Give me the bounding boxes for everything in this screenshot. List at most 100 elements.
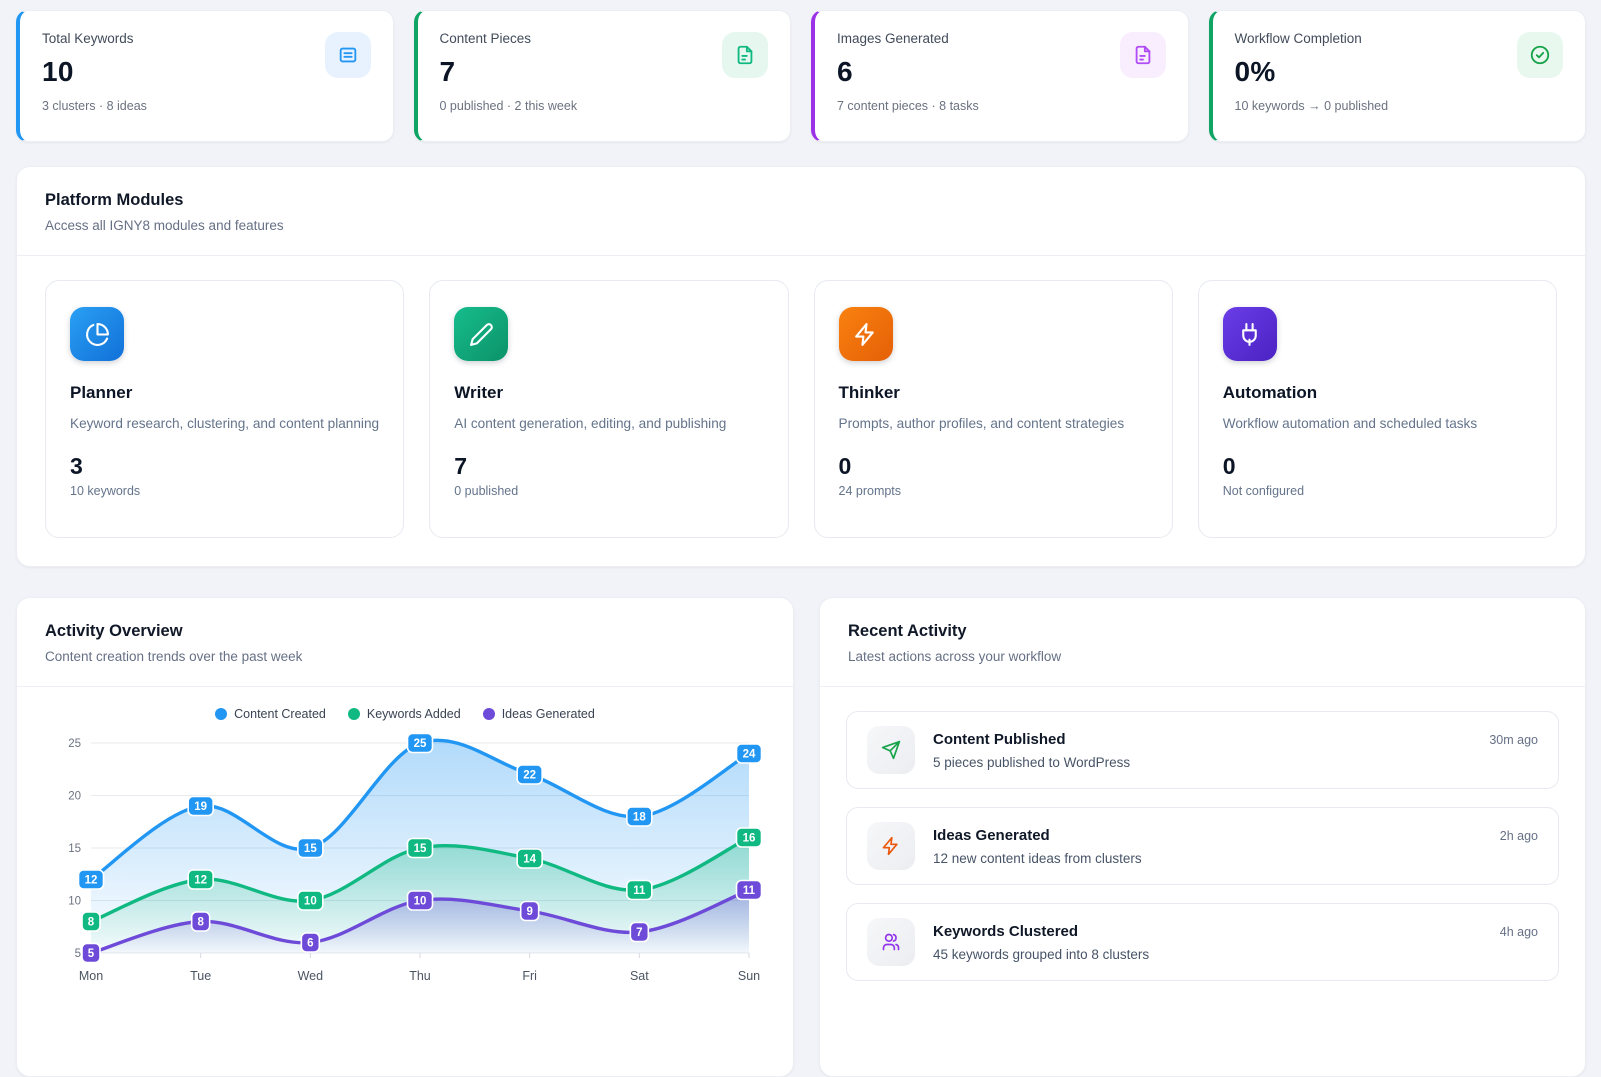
stat-card-content-pieces: Content Pieces 7 0 published · 2 this we…	[414, 10, 792, 142]
module-title: Writer	[454, 383, 763, 403]
legend-dot-icon	[348, 708, 360, 720]
svg-text:19: 19	[194, 801, 207, 813]
recent-item-title: Content Published	[933, 731, 1066, 748]
legend-label: Ideas Generated	[502, 707, 595, 721]
module-stat-label: 10 keywords	[70, 484, 379, 498]
file-text-icon	[1120, 32, 1166, 78]
module-description: Workflow automation and scheduled tasks	[1223, 413, 1532, 434]
module-card-automation[interactable]: Automation Workflow automation and sched…	[1198, 280, 1557, 538]
module-card-writer[interactable]: Writer AI content generation, editing, a…	[429, 280, 788, 538]
svg-text:5: 5	[88, 948, 95, 960]
pencil-icon	[454, 307, 508, 361]
panel-title: Recent Activity	[848, 622, 1557, 641]
users-icon	[867, 918, 915, 966]
recent-item-time: 4h ago	[1500, 925, 1538, 939]
module-stat-label: 24 prompts	[839, 484, 1148, 498]
svg-text:Tue: Tue	[190, 969, 211, 983]
recent-activity-list: Content Published 30m ago 5 pieces publi…	[820, 687, 1585, 1005]
module-stat-label: 0 published	[454, 484, 763, 498]
recent-item-keywords-clustered[interactable]: Keywords Clustered 4h ago 45 keywords gr…	[846, 903, 1559, 981]
plug-icon	[1223, 307, 1277, 361]
svg-text:Mon: Mon	[79, 969, 103, 983]
recent-item-body: Content Published 30m ago 5 pieces publi…	[933, 731, 1538, 770]
recent-item-body: Ideas Generated 2h ago 12 new content id…	[933, 827, 1538, 866]
modules-grid: Planner Keyword research, clustering, an…	[17, 256, 1585, 566]
stats-row: Total Keywords 10 3 clusters · 8 ideas C…	[16, 10, 1586, 142]
svg-text:15: 15	[414, 843, 427, 855]
svg-text:Fri: Fri	[522, 969, 537, 983]
send-icon	[867, 726, 915, 774]
chart-legend: Content Created Keywords Added Ideas Gener…	[43, 707, 767, 721]
svg-text:5: 5	[75, 948, 81, 960]
panel-header: Platform Modules Access all IGNY8 module…	[17, 167, 1585, 256]
legend-label: Keywords Added	[367, 707, 461, 721]
activity-line-chart[interactable]: 510152025MonTueWedThuFriSatSun1219152522…	[43, 725, 767, 989]
stat-title: Total Keywords	[42, 31, 371, 46]
svg-text:11: 11	[633, 885, 646, 897]
module-card-thinker[interactable]: Thinker Prompts, author profiles, and co…	[814, 280, 1173, 538]
svg-text:10: 10	[304, 896, 317, 908]
recent-item-body: Keywords Clustered 4h ago 45 keywords gr…	[933, 923, 1538, 962]
notes-icon	[325, 32, 371, 78]
stat-card-total-keywords: Total Keywords 10 3 clusters · 8 ideas	[16, 10, 394, 142]
stat-value: 7	[440, 56, 769, 88]
zap-icon	[867, 822, 915, 870]
panel-header: Recent Activity Latest actions across yo…	[820, 598, 1585, 687]
svg-text:16: 16	[743, 833, 756, 845]
panel-title: Activity Overview	[45, 622, 765, 641]
module-description: AI content generation, editing, and publ…	[454, 413, 763, 434]
stat-subtext: 3 clusters · 8 ideas	[42, 99, 371, 113]
module-stat-value: 0	[839, 453, 1148, 480]
legend-dot-icon	[483, 708, 495, 720]
legend-item[interactable]: Content Created	[215, 707, 326, 721]
recent-item-title: Keywords Clustered	[933, 923, 1078, 940]
svg-text:22: 22	[523, 770, 536, 782]
activity-overview-panel: Activity Overview Content creation trend…	[16, 597, 794, 1077]
platform-modules-panel: Platform Modules Access all IGNY8 module…	[16, 166, 1586, 567]
svg-text:Sun: Sun	[738, 969, 760, 983]
stat-subtext: 10 keywords → 0 published	[1235, 99, 1564, 113]
panel-subtitle: Content creation trends over the past we…	[45, 649, 765, 664]
module-stat-label: Not configured	[1223, 484, 1532, 498]
stat-card-images-generated: Images Generated 6 7 content pieces · 8 …	[811, 10, 1189, 142]
svg-text:Thu: Thu	[409, 969, 431, 983]
zap-icon	[839, 307, 893, 361]
recent-item-ideas-generated[interactable]: Ideas Generated 2h ago 12 new content id…	[846, 807, 1559, 885]
module-card-planner[interactable]: Planner Keyword research, clustering, an…	[45, 280, 404, 538]
svg-text:18: 18	[633, 812, 646, 824]
svg-text:6: 6	[307, 938, 313, 950]
svg-text:7: 7	[636, 927, 642, 939]
svg-text:12: 12	[85, 875, 98, 887]
recent-item-description: 45 keywords grouped into 8 clusters	[933, 947, 1538, 962]
dashboard-page: Total Keywords 10 3 clusters · 8 ideas C…	[0, 0, 1601, 1077]
recent-item-description: 5 pieces published to WordPress	[933, 755, 1538, 770]
svg-text:11: 11	[743, 885, 756, 897]
activity-chart-area: Content Created Keywords Added Ideas Gener…	[17, 707, 793, 989]
recent-item-content-published[interactable]: Content Published 30m ago 5 pieces publi…	[846, 711, 1559, 789]
recent-item-time: 30m ago	[1489, 733, 1538, 747]
recent-activity-panel: Recent Activity Latest actions across yo…	[819, 597, 1586, 1077]
recent-item-title: Ideas Generated	[933, 827, 1050, 844]
module-stat-value: 7	[454, 453, 763, 480]
svg-text:25: 25	[68, 738, 81, 750]
file-text-icon	[722, 32, 768, 78]
stat-title: Content Pieces	[440, 31, 769, 46]
svg-text:8: 8	[197, 917, 204, 929]
legend-label: Content Created	[234, 707, 326, 721]
stat-subtext: 0 published · 2 this week	[440, 99, 769, 113]
module-description: Keyword research, clustering, and conten…	[70, 413, 379, 434]
stat-title: Images Generated	[837, 31, 1166, 46]
svg-text:8: 8	[88, 917, 95, 929]
module-title: Automation	[1223, 383, 1532, 403]
svg-text:25: 25	[414, 738, 427, 750]
stat-title: Workflow Completion	[1235, 31, 1564, 46]
svg-text:15: 15	[304, 843, 317, 855]
svg-text:20: 20	[68, 791, 81, 803]
legend-item[interactable]: Keywords Added	[348, 707, 461, 721]
module-description: Prompts, author profiles, and content st…	[839, 413, 1148, 434]
panel-subtitle: Latest actions across your workflow	[848, 649, 1557, 664]
stat-value: 10	[42, 56, 371, 88]
recent-item-time: 2h ago	[1500, 829, 1538, 843]
svg-text:15: 15	[68, 843, 81, 855]
legend-item[interactable]: Ideas Generated	[483, 707, 595, 721]
